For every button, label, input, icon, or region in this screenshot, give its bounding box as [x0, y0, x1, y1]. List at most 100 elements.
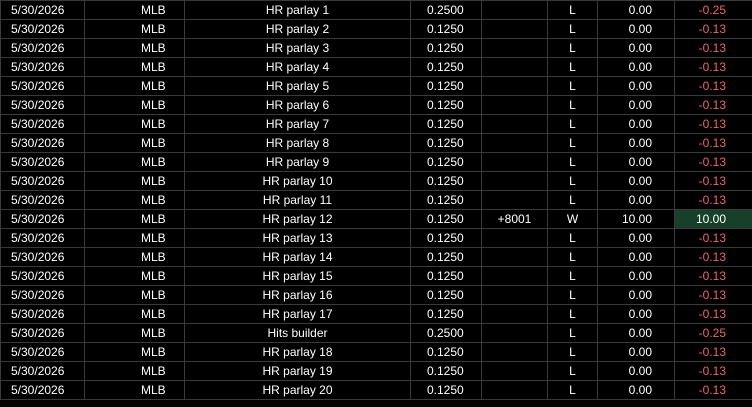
description-cell[interactable]: HR parlay 6 — [184, 95, 411, 115]
result-cell[interactable]: L — [547, 304, 598, 324]
result-cell[interactable]: L — [547, 171, 598, 191]
description-cell[interactable]: HR parlay 4 — [184, 57, 411, 77]
stake-cell[interactable]: 0.1250 — [410, 361, 482, 381]
date-cell[interactable]: 5/30/2026 — [0, 95, 85, 115]
description-cell[interactable]: Hits builder — [184, 323, 411, 343]
net-cell[interactable]: -0.13 — [674, 76, 752, 96]
result-cell[interactable]: L — [547, 266, 598, 286]
odds-cell[interactable] — [481, 19, 548, 39]
net-cell[interactable]: -0.13 — [674, 57, 752, 77]
stake-cell[interactable]: 0.1250 — [410, 285, 482, 305]
payout-cell[interactable]: 0.00 — [597, 0, 675, 20]
net-cell[interactable]: -0.13 — [674, 228, 752, 248]
description-cell[interactable]: HR parlay 19 — [184, 361, 411, 381]
payout-cell[interactable]: 0.00 — [597, 76, 675, 96]
net-cell[interactable]: -0.25 — [674, 0, 752, 20]
date-cell[interactable]: 5/30/2026 — [0, 342, 85, 362]
payout-cell[interactable]: 0.00 — [597, 19, 675, 39]
odds-cell[interactable] — [481, 38, 548, 58]
net-cell[interactable]: -0.13 — [674, 342, 752, 362]
sport-cell[interactable]: MLB — [84, 209, 185, 229]
date-cell[interactable]: 5/30/2026 — [0, 19, 85, 39]
odds-cell[interactable] — [481, 57, 548, 77]
stake-cell[interactable]: 0.2500 — [410, 323, 482, 343]
odds-cell[interactable] — [481, 152, 548, 172]
description-cell[interactable]: HR parlay 8 — [184, 133, 411, 153]
net-cell[interactable]: -0.13 — [674, 361, 752, 381]
sport-cell[interactable]: MLB — [84, 247, 185, 267]
description-cell[interactable]: HR parlay 5 — [184, 76, 411, 96]
date-cell[interactable]: 5/30/2026 — [0, 228, 85, 248]
payout-cell[interactable]: 0.00 — [597, 38, 675, 58]
payout-cell[interactable]: 0.00 — [597, 342, 675, 362]
odds-cell[interactable] — [481, 285, 548, 305]
date-cell[interactable]: 5/30/2026 — [0, 190, 85, 210]
payout-cell[interactable]: 0.00 — [597, 133, 675, 153]
net-cell[interactable]: -0.13 — [674, 95, 752, 115]
description-cell[interactable]: HR parlay 2 — [184, 19, 411, 39]
sport-cell[interactable]: MLB — [84, 133, 185, 153]
date-cell[interactable]: 5/30/2026 — [0, 266, 85, 286]
stake-cell[interactable]: 0.1250 — [410, 266, 482, 286]
odds-cell[interactable] — [481, 0, 548, 20]
odds-cell[interactable] — [481, 133, 548, 153]
odds-cell[interactable] — [481, 266, 548, 286]
date-cell[interactable]: 5/30/2026 — [0, 209, 85, 229]
stake-cell[interactable]: 0.1250 — [410, 19, 482, 39]
payout-cell[interactable]: 0.00 — [597, 190, 675, 210]
result-cell[interactable]: L — [547, 38, 598, 58]
net-cell[interactable]: -0.25 — [674, 323, 752, 343]
payout-cell[interactable]: 0.00 — [597, 304, 675, 324]
sport-cell[interactable]: MLB — [84, 0, 185, 20]
stake-cell[interactable]: 0.1250 — [410, 152, 482, 172]
payout-cell[interactable]: 0.00 — [597, 247, 675, 267]
net-cell[interactable]: -0.13 — [674, 38, 752, 58]
sport-cell[interactable]: MLB — [84, 323, 185, 343]
payout-cell[interactable]: 0.00 — [597, 171, 675, 191]
description-cell[interactable]: HR parlay 15 — [184, 266, 411, 286]
result-cell[interactable]: L — [547, 247, 598, 267]
odds-cell[interactable] — [481, 228, 548, 248]
payout-cell[interactable]: 0.00 — [597, 285, 675, 305]
date-cell[interactable]: 5/30/2026 — [0, 76, 85, 96]
sport-cell[interactable]: MLB — [84, 95, 185, 115]
date-cell[interactable]: 5/30/2026 — [0, 57, 85, 77]
sport-cell[interactable]: MLB — [84, 342, 185, 362]
payout-cell[interactable]: 0.00 — [597, 361, 675, 381]
sport-cell[interactable]: MLB — [84, 57, 185, 77]
date-cell[interactable]: 5/30/2026 — [0, 0, 85, 20]
net-cell[interactable]: -0.13 — [674, 266, 752, 286]
net-cell[interactable]: -0.13 — [674, 171, 752, 191]
odds-cell[interactable] — [481, 323, 548, 343]
description-cell[interactable]: HR parlay 18 — [184, 342, 411, 362]
date-cell[interactable]: 5/30/2026 — [0, 380, 85, 400]
result-cell[interactable]: L — [547, 95, 598, 115]
date-cell[interactable]: 5/30/2026 — [0, 285, 85, 305]
payout-cell[interactable]: 0.00 — [597, 152, 675, 172]
description-cell[interactable]: HR parlay 13 — [184, 228, 411, 248]
result-cell[interactable]: L — [547, 190, 598, 210]
payout-cell[interactable]: 0.00 — [597, 266, 675, 286]
stake-cell[interactable]: 0.1250 — [410, 114, 482, 134]
stake-cell[interactable]: 0.1250 — [410, 342, 482, 362]
odds-cell[interactable] — [481, 247, 548, 267]
odds-cell[interactable] — [481, 114, 548, 134]
stake-cell[interactable]: 0.1250 — [410, 247, 482, 267]
net-cell[interactable]: -0.13 — [674, 133, 752, 153]
sport-cell[interactable]: MLB — [84, 114, 185, 134]
result-cell[interactable]: L — [547, 380, 598, 400]
result-cell[interactable]: L — [547, 114, 598, 134]
odds-cell[interactable] — [481, 304, 548, 324]
description-cell[interactable]: HR parlay 11 — [184, 190, 411, 210]
sport-cell[interactable]: MLB — [84, 304, 185, 324]
odds-cell[interactable] — [481, 342, 548, 362]
description-cell[interactable]: HR parlay 16 — [184, 285, 411, 305]
result-cell[interactable]: W — [547, 209, 598, 229]
result-cell[interactable]: L — [547, 323, 598, 343]
date-cell[interactable]: 5/30/2026 — [0, 304, 85, 324]
description-cell[interactable]: HR parlay 17 — [184, 304, 411, 324]
sport-cell[interactable]: MLB — [84, 38, 185, 58]
odds-cell[interactable] — [481, 190, 548, 210]
sport-cell[interactable]: MLB — [84, 228, 185, 248]
result-cell[interactable]: L — [547, 19, 598, 39]
